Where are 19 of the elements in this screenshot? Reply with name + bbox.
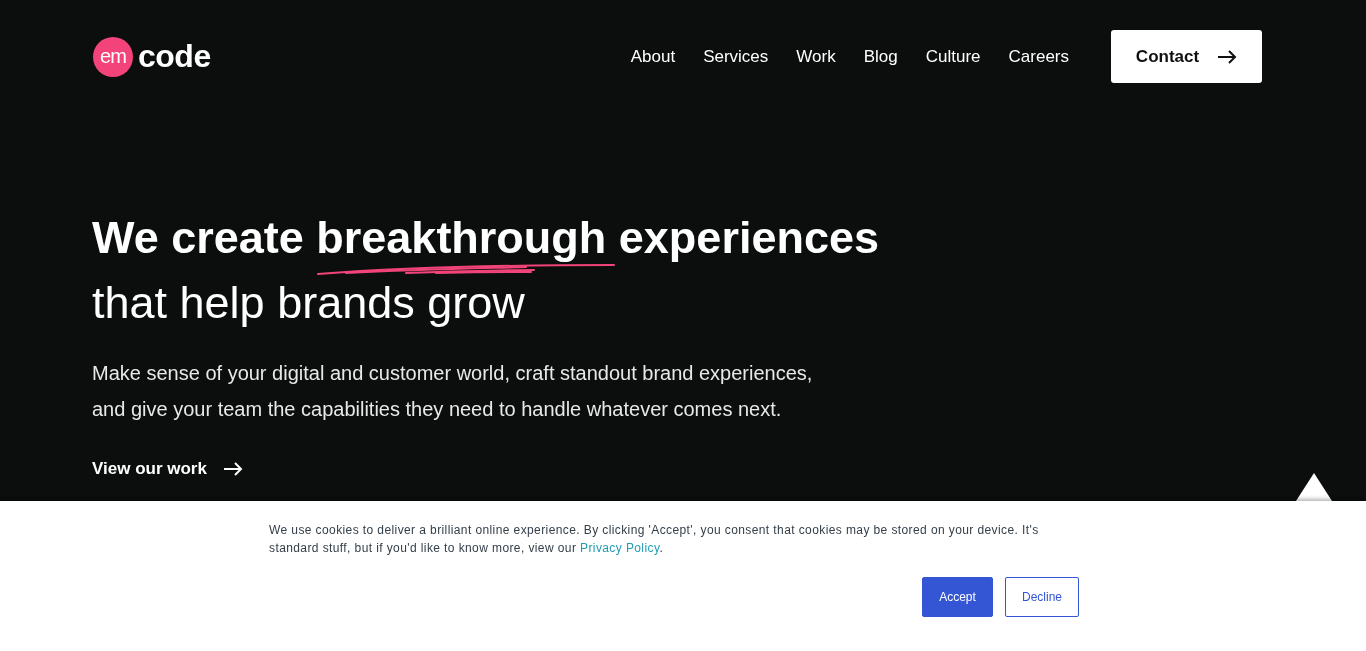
arrow-icon	[222, 462, 243, 476]
nav-link[interactable]: Blog	[863, 46, 898, 67]
nav-link[interactable]: About	[630, 46, 676, 67]
accept-button[interactable]: Accept	[922, 577, 993, 617]
hero-description: Make sense of your digital and customer world, craft standout brand experiences, and give your team the capabilities they need to handle whatever comes next.	[92, 361, 814, 422]
hero-subheading: that help brands grow	[92, 276, 525, 330]
view-work-link[interactable]: View our work	[92, 459, 243, 479]
nav-link[interactable]: Services	[703, 46, 769, 67]
logo-badge[interactable]: em	[93, 36, 133, 77]
nav-link[interactable]: Careers	[1008, 46, 1069, 67]
logo-wordmark[interactable]: code	[138, 38, 211, 75]
nav-link[interactable]: Culture	[925, 46, 981, 67]
cookie-message: We use cookies to deliver a brilliant online experience. By clicking 'Accept', you consent that cookies may be stored on your device. It's standard stuff, but if you'd like to know more, view our Privacy Policy.	[269, 522, 1040, 557]
decline-button[interactable]: Decline	[1005, 577, 1079, 617]
hero-heading: We create breakthrough experiences	[92, 215, 879, 261]
arrow-icon	[1217, 49, 1238, 64]
nav-link[interactable]: Work	[796, 46, 836, 67]
contact-button[interactable]: Contact	[1111, 30, 1262, 83]
scroll-top-icon[interactable]	[1296, 473, 1332, 501]
